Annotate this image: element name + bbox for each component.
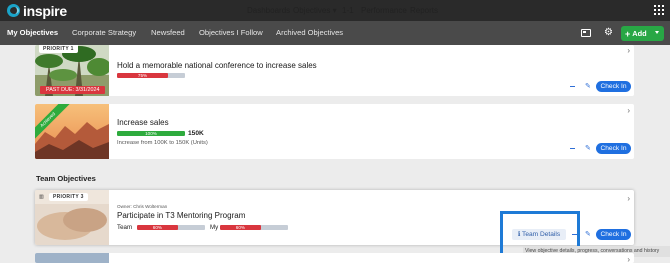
- objective-card[interactable]: ›: [35, 253, 634, 263]
- pencil-icon[interactable]: ✎: [585, 83, 591, 90]
- my-progress-bar: 60%: [220, 225, 288, 230]
- team-details-label: Team Details: [522, 231, 561, 238]
- nav-objectives[interactable]: Objectives ▾: [293, 6, 337, 15]
- check-in-button[interactable]: Check In: [596, 143, 631, 154]
- add-button[interactable]: + Add: [621, 26, 664, 41]
- canyon-sunset-image: [35, 104, 109, 159]
- objective-progress-bar: 100%: [117, 131, 185, 136]
- tab-corporate-strategy[interactable]: Corporate Strategy: [72, 28, 136, 37]
- nav-performance[interactable]: Performance: [361, 6, 407, 15]
- team-progress-bar: 60%: [137, 225, 205, 230]
- objective-thumbnail: PRIORITY 1 PAST DUE: 3/31/2024: [35, 45, 109, 96]
- logo-icon: [7, 4, 20, 17]
- team-details-button[interactable]: ℹ Team Details: [512, 229, 566, 240]
- team-progress-label: Team: [117, 224, 133, 231]
- progress-fill: 100%: [117, 131, 185, 136]
- objective-title[interactable]: Participate in T3 Mentoring Program: [117, 211, 245, 220]
- objective-owner: Owner: Chris Wolterman: [117, 204, 168, 209]
- priority-badge: PRIORITY 3: [49, 193, 88, 201]
- progress-fill: 75%: [117, 73, 168, 78]
- tab-my-objectives[interactable]: My Objectives: [7, 28, 58, 37]
- objective-description: Increase from 100K to 150K (Units): [117, 140, 208, 146]
- top-nav-bar: inspire Dashboards Objectives ▾ 1-1 Perf…: [0, 0, 670, 21]
- tab-newsfeed[interactable]: Newsfeed: [151, 28, 185, 37]
- brand-name: inspire: [23, 2, 67, 19]
- progress-fill: 60%: [137, 225, 178, 230]
- objective-title[interactable]: Hold a memorable national conference to …: [117, 61, 317, 70]
- add-button-label: Add: [632, 29, 647, 38]
- chart-icon: ▥: [39, 194, 44, 200]
- team-objectives-heading: Team Objectives: [36, 174, 96, 183]
- chevron-down-icon: [655, 31, 659, 34]
- objective-value: 150K: [188, 130, 204, 137]
- objective-thumbnail: Achieved: [35, 104, 109, 159]
- objective-thumbnail: [35, 253, 109, 263]
- tab-objectives-i-follow[interactable]: Objectives I Follow: [199, 28, 263, 37]
- my-progress-label: My: [210, 224, 219, 231]
- check-in-button[interactable]: Check In: [596, 229, 631, 240]
- apps-grid-icon[interactable]: [654, 5, 664, 15]
- nav-reports[interactable]: Reports: [410, 6, 438, 15]
- past-due-badge: PAST DUE: 3/31/2024: [40, 86, 106, 94]
- priority-badge: PRIORITY 1: [39, 45, 78, 53]
- objective-card[interactable]: PRIORITY 1 PAST DUE: 3/31/2024 Hold a me…: [35, 45, 634, 96]
- chevron-right-icon[interactable]: ›: [627, 106, 630, 115]
- progress-fill: 60%: [220, 225, 261, 230]
- minus-icon[interactable]: [570, 86, 575, 88]
- objective-thumbnail: ▥ PRIORITY 3: [35, 190, 109, 245]
- brand-logo[interactable]: inspire: [7, 2, 67, 19]
- tab-archived-objectives[interactable]: Archived Objectives: [276, 28, 343, 37]
- objective-title[interactable]: Increase sales: [117, 118, 169, 127]
- objective-card[interactable]: Achieved Increase sales 100% 150K Increa…: [35, 104, 634, 159]
- chevron-right-icon[interactable]: ›: [627, 255, 630, 263]
- pencil-icon[interactable]: ✎: [585, 231, 591, 238]
- objective-progress-bar: 75%: [117, 73, 185, 78]
- minus-icon[interactable]: [570, 148, 575, 150]
- pencil-icon[interactable]: ✎: [585, 145, 591, 152]
- objectives-tab-bar: My Objectives Corporate Strategy Newsfee…: [0, 21, 670, 45]
- nav-dashboards[interactable]: Dashboards: [247, 6, 290, 15]
- nav-one-on-one[interactable]: 1-1: [342, 6, 354, 15]
- chevron-right-icon[interactable]: ›: [627, 194, 630, 203]
- plus-icon: +: [625, 28, 631, 39]
- gear-icon[interactable]: ⚙: [604, 28, 613, 38]
- calendar-icon[interactable]: [581, 29, 591, 37]
- check-in-button[interactable]: Check In: [596, 81, 631, 92]
- chevron-right-icon[interactable]: ›: [627, 46, 630, 55]
